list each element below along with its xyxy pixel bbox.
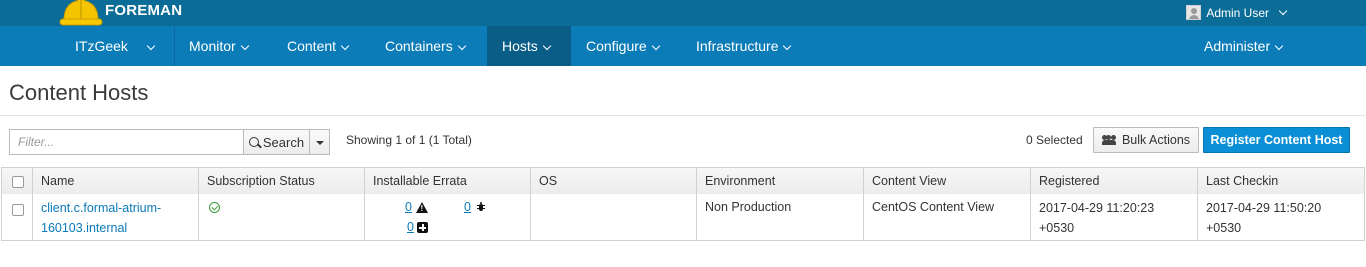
chevron-down-icon	[457, 41, 466, 51]
column-header-os[interactable]: OS	[530, 168, 696, 194]
search-button[interactable]: Search	[243, 129, 310, 155]
search-dropdown-toggle[interactable]	[309, 129, 330, 155]
subscription-status-cell	[198, 194, 364, 240]
nav-org-label: ITzGeek	[75, 38, 128, 54]
nav-administer-label: Administer	[1204, 38, 1271, 54]
nav-containers[interactable]: Containers	[370, 26, 480, 66]
nav-content[interactable]: Content	[272, 26, 363, 66]
host-name-link[interactable]: client.c.formal-atrium- 160103.internal	[41, 198, 161, 238]
chevron-down-icon	[1274, 41, 1284, 51]
column-header-installable-errata[interactable]: Installable Errata	[364, 168, 530, 194]
row-select-cell	[2, 194, 32, 240]
nav-configure-label: Configure	[586, 38, 647, 54]
enhancement-plus-icon	[417, 222, 428, 233]
chevron-down-icon	[542, 41, 552, 51]
bulk-actions-label: Bulk Actions	[1121, 133, 1191, 147]
chevron-down-icon	[1278, 6, 1288, 15]
chevron-down-icon	[651, 41, 660, 51]
user-avatar-icon	[1186, 5, 1202, 20]
security-errata-count[interactable]: 0	[405, 200, 412, 214]
enhancement-errata-count[interactable]: 0	[407, 220, 414, 234]
search-icon	[248, 137, 259, 147]
user-name: Admin User	[1206, 5, 1269, 20]
results-count: Showing 1 of 1 (1 Total)	[346, 133, 472, 147]
chevron-down-icon	[783, 41, 792, 51]
filter-input[interactable]	[9, 129, 244, 155]
register-content-host-button[interactable]: Register Content Host	[1203, 127, 1350, 153]
brand-name[interactable]: FOREMAN	[105, 2, 182, 19]
search-button-label: Search	[262, 134, 305, 150]
select-all-cell	[2, 168, 32, 194]
bulk-actions-button[interactable]: Bulk Actions	[1093, 127, 1199, 153]
select-all-checkbox[interactable]	[12, 176, 24, 188]
nav-configure[interactable]: Configure	[571, 26, 674, 66]
registered-date: 2017-04-29 11:20:23	[1039, 201, 1155, 215]
nav-administer[interactable]: Administer	[1189, 26, 1297, 66]
column-header-content-view[interactable]: Content View	[863, 168, 1030, 194]
nav-containers-label: Containers	[385, 38, 453, 54]
chevron-down-icon	[146, 41, 156, 51]
bug-icon	[477, 202, 485, 212]
nav-hosts-label: Hosts	[502, 38, 538, 54]
nav-monitor[interactable]: Monitor	[174, 26, 263, 66]
column-header-name[interactable]: Name	[32, 168, 198, 194]
selected-count: 0 Selected	[1026, 133, 1083, 147]
registered-cell: 2017-04-29 11:20:23 +0530	[1030, 194, 1197, 240]
nav-hosts[interactable]: Hosts	[487, 26, 571, 66]
nav-org-switcher[interactable]: ITzGeek	[60, 26, 169, 66]
main-nav: ITzGeek Monitor Content Containers Hosts…	[0, 26, 1366, 66]
column-header-environment[interactable]: Environment	[696, 168, 863, 194]
nav-monitor-label: Monitor	[189, 38, 236, 54]
content-view-cell: CentOS Content View	[863, 194, 1030, 240]
security-warning-icon	[416, 202, 428, 213]
registered-tz: +0530	[1039, 221, 1075, 235]
check-circle-icon	[209, 202, 220, 213]
bugfix-errata-count[interactable]: 0	[464, 200, 471, 214]
checkin-date: 2017-04-29 11:50:20	[1206, 201, 1322, 215]
top-bar: FOREMAN Admin User	[0, 0, 1366, 26]
nav-infrastructure-label: Infrastructure	[696, 38, 779, 54]
host-name-line1: client.c.formal-atrium-	[41, 201, 162, 215]
last-checkin-cell: 2017-04-29 11:50:20 +0530	[1197, 194, 1364, 240]
title-divider	[0, 115, 1366, 116]
users-icon	[1101, 135, 1116, 145]
page-title: Content Hosts	[9, 80, 149, 105]
column-header-last-checkin[interactable]: Last Checkin	[1197, 168, 1364, 194]
table-row: client.c.formal-atrium- 160103.internal 0…	[1, 194, 1365, 241]
host-name-line2: 160103.internal	[41, 221, 128, 235]
column-header-registered[interactable]: Registered	[1030, 168, 1197, 194]
row-checkbox[interactable]	[12, 204, 24, 216]
user-menu[interactable]: Admin User	[1186, 5, 1288, 20]
nav-infrastructure[interactable]: Infrastructure	[681, 26, 805, 66]
checkin-tz: +0530	[1206, 221, 1242, 235]
column-header-subscription-status[interactable]: Subscription Status	[198, 168, 364, 194]
chevron-down-icon	[340, 41, 350, 51]
errata-cell: 0 0 0	[364, 194, 530, 240]
os-cell	[530, 194, 696, 240]
nav-content-label: Content	[287, 38, 337, 54]
table-header: Name Subscription Status Installable Err…	[1, 167, 1365, 195]
host-name-cell: client.c.formal-atrium- 160103.internal	[32, 194, 198, 240]
chevron-down-icon	[240, 41, 249, 51]
environment-cell: Non Production	[696, 194, 863, 240]
